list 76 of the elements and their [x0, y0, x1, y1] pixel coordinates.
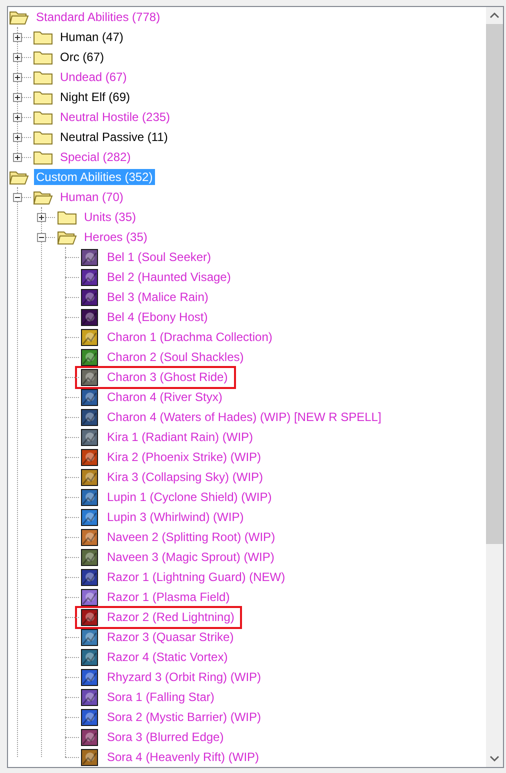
ability-icon [81, 588, 98, 606]
ability-icon [81, 368, 98, 386]
ability-label[interactable]: Naveen 3 (Magic Sprout) (WIP) [105, 549, 276, 565]
expand-icon[interactable] [37, 212, 46, 222]
ability-icon [81, 648, 98, 666]
ability-icon [81, 688, 98, 706]
ability-icon [81, 488, 98, 506]
expand-icon[interactable] [13, 72, 22, 82]
expand-icon[interactable] [13, 32, 22, 42]
ability-label[interactable]: Razor 2 (Red Lightning) [105, 609, 236, 625]
ability-icon [81, 448, 98, 466]
folder-label[interactable]: Neutral Passive (11) [58, 129, 170, 145]
ability-label[interactable]: Charon 4 (River Styx) [105, 389, 224, 405]
expand-icon[interactable] [13, 152, 22, 162]
ability-label[interactable]: Bel 1 (Soul Seeker) [105, 249, 214, 265]
folder-label[interactable]: Heroes (35) [82, 229, 150, 245]
ability-label[interactable]: Kira 3 (Collapsing Sky) (WIP) [105, 469, 266, 485]
ability-icon [81, 408, 98, 426]
ability-label[interactable]: Razor 4 (Static Vortex) [105, 649, 230, 665]
ability-label[interactable]: Naveen 2 (Splitting Root) (WIP) [105, 529, 278, 545]
folder-label[interactable]: Neutral Hostile (235) [58, 109, 172, 125]
ability-label[interactable]: Kira 2 (Phoenix Strike) (WIP) [105, 449, 264, 465]
ability-label[interactable]: Charon 4 (Waters of Hades) (WIP) [NEW R SPELL] [105, 409, 384, 425]
folder-label[interactable]: Units (35) [82, 209, 138, 225]
ability-icon [81, 328, 98, 346]
ability-label[interactable]: Razor 1 (Plasma Field) [105, 589, 232, 605]
ability-label[interactable]: Rhyzard 3 (Orbit Ring) (WIP) [105, 669, 264, 685]
ability-label[interactable]: Charon 2 (Soul Shackles) [105, 349, 246, 365]
scrollbar[interactable] [486, 7, 503, 767]
ability-label[interactable]: Charon 3 (Ghost Ride) [105, 369, 230, 385]
ability-icon [81, 708, 98, 726]
ability-label[interactable]: Sora 4 (Heavenly Rift) (WIP) [105, 749, 262, 765]
ability-label[interactable]: Sora 2 (Mystic Barrier) (WIP) [105, 709, 264, 725]
ability-label[interactable]: Bel 3 (Malice Rain) [105, 289, 210, 305]
ability-label[interactable]: Bel 4 (Ebony Host) [105, 309, 210, 325]
folder-label[interactable]: Human (70) [58, 189, 126, 205]
ability-label[interactable]: Kira 1 (Radiant Rain) (WIP) [105, 429, 256, 445]
expand-icon[interactable] [13, 52, 22, 62]
expand-icon[interactable] [13, 132, 22, 142]
folder-label[interactable]: Night Elf (69) [58, 89, 132, 105]
folder-label[interactable]: Special (282) [58, 149, 133, 165]
expand-icon[interactable] [13, 92, 22, 102]
ability-icon [81, 628, 98, 646]
ability-icon [81, 388, 98, 406]
ability-label[interactable]: Razor 1 (Lightning Guard) (NEW) [105, 569, 288, 585]
scrollbar-thumb[interactable] [486, 24, 503, 544]
folder-label[interactable]: Human (47) [58, 29, 126, 45]
ability-icon [81, 668, 98, 686]
ability-icon [81, 528, 98, 546]
ability-icon [81, 468, 98, 486]
ability-icon [81, 548, 98, 566]
ability-icon [81, 728, 98, 746]
ability-icon [81, 748, 98, 766]
ability-icon [81, 568, 98, 586]
folder-label[interactable]: Orc (67) [58, 49, 106, 65]
ability-label[interactable]: Bel 2 (Haunted Visage) [105, 269, 233, 285]
ability-icon [81, 508, 98, 526]
ability-label[interactable]: Sora 1 (Falling Star) [105, 689, 216, 705]
ability-icon [81, 268, 98, 286]
collapse-icon[interactable] [37, 232, 46, 242]
folder-label[interactable]: Standard Abilities (778) [34, 9, 162, 25]
folder-label[interactable]: Undead (67) [58, 69, 129, 85]
folder-label[interactable]: Custom Abilities (352) [34, 169, 155, 185]
ability-label[interactable]: Razor 3 (Quasar Strike) [105, 629, 236, 645]
ability-icon [81, 348, 98, 366]
ability-label[interactable]: Lupin 1 (Cyclone Shield) (WIP) [105, 489, 274, 505]
ability-label[interactable]: Lupin 3 (Whirlwind) (WIP) [105, 509, 246, 525]
ability-icon [81, 428, 98, 446]
ability-icon [81, 288, 98, 306]
ability-icon [81, 308, 98, 326]
ability-icon [81, 608, 98, 626]
ability-label[interactable]: Charon 1 (Drachma Collection) [105, 329, 274, 345]
collapse-icon[interactable] [13, 192, 22, 202]
ability-label[interactable]: Sora 3 (Blurred Edge) [105, 729, 226, 745]
expand-icon[interactable] [13, 112, 22, 122]
ability-icon [81, 248, 98, 266]
